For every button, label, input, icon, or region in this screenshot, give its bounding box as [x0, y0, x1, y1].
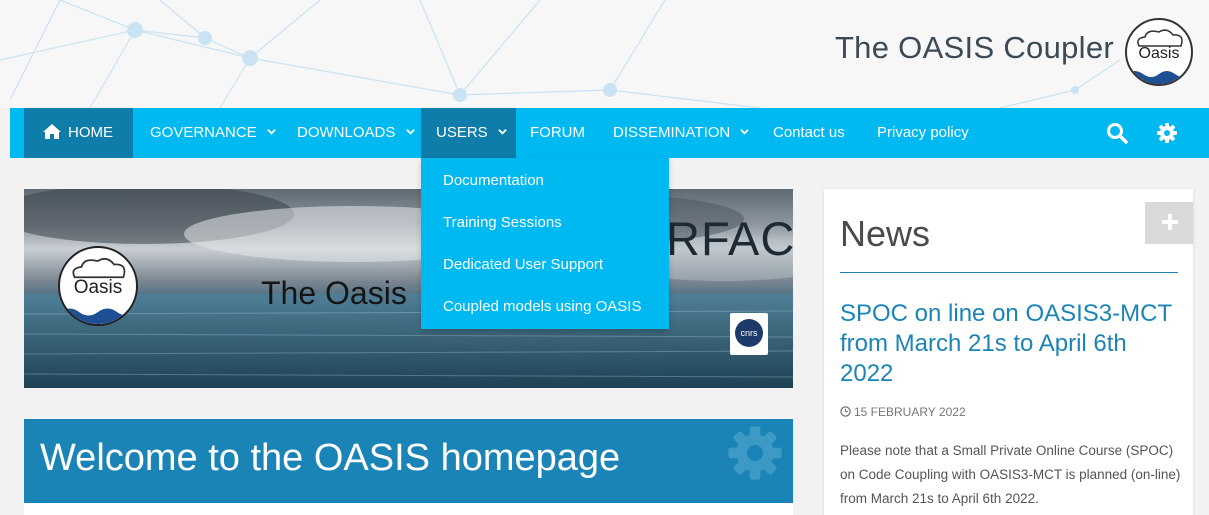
nav-privacy-policy-label: Privacy policy: [877, 124, 969, 141]
home-icon: [43, 124, 61, 139]
chevron-down-icon: [267, 129, 276, 135]
waves-icon: [60, 308, 136, 324]
site-title[interactable]: The OASIS Coupler: [835, 30, 1114, 66]
nav-home[interactable]: HOME: [24, 108, 133, 158]
hero-oasis-logo: Oasis: [58, 246, 138, 326]
oasis-logo[interactable]: Oasis: [1125, 18, 1193, 86]
news-date: 15 FEBRUARY 2022: [840, 405, 966, 419]
menu-item-training-sessions[interactable]: Training Sessions: [421, 202, 669, 244]
news-divider: [840, 272, 1178, 273]
hero-rfacs-text: RFACS: [666, 212, 793, 265]
hero-title: The Oasis: [261, 275, 407, 311]
plus-icon: [1162, 214, 1178, 230]
main-nav: HOME GOVERNANCE DOWNLOADS USERS FORUM DI…: [10, 108, 1209, 158]
nav-home-label: HOME: [68, 124, 113, 141]
chevron-down-icon: [405, 129, 415, 135]
menu-item-coupled-models[interactable]: Coupled models using OASIS: [421, 286, 669, 328]
nav-users[interactable]: USERS: [421, 108, 516, 158]
menu-item-documentation[interactable]: Documentation: [421, 158, 669, 202]
nav-dissemination-label: DISSEMINATION: [613, 124, 731, 141]
nav-downloads-label: DOWNLOADS: [297, 124, 396, 141]
content-area: [24, 503, 793, 515]
hero-logo-text: Oasis: [73, 277, 123, 298]
news-heading: News: [840, 213, 931, 254]
nav-contact-us-label: Contact us: [773, 124, 845, 141]
nav-privacy-policy[interactable]: Privacy policy: [877, 108, 969, 158]
welcome-title: Welcome to the OASIS homepage: [40, 437, 621, 479]
cnrs-logo: cnrs: [730, 313, 768, 355]
nav-downloads[interactable]: DOWNLOADS: [297, 108, 415, 158]
menu-item-dedicated-user-support[interactable]: Dedicated User Support: [421, 244, 669, 286]
welcome-panel: Welcome to the OASIS homepage: [24, 419, 793, 503]
nav-governance-label: GOVERNANCE: [150, 124, 257, 141]
news-sidebar: News SPOC on line on OASIS3-MCT from Mar…: [824, 189, 1193, 515]
site-header: The OASIS Coupler Oasis: [0, 0, 1209, 108]
gear-icon: [728, 426, 782, 480]
cnrs-logo-text: cnrs: [735, 319, 763, 347]
nav-forum-label: FORUM: [530, 124, 585, 141]
news-date-text: 15 FEBRUARY 2022: [854, 405, 966, 419]
waves-icon: [1127, 71, 1191, 84]
nav-users-label: USERS: [436, 124, 488, 141]
news-body: Please note that a Small Private Online …: [840, 443, 1181, 506]
nav-governance[interactable]: GOVERNANCE: [150, 108, 276, 158]
gear-icon[interactable]: [1155, 121, 1179, 145]
news-expand-button[interactable]: [1145, 202, 1193, 244]
nav-forum[interactable]: FORUM: [530, 108, 585, 158]
nav-dissemination[interactable]: DISSEMINATION: [613, 108, 750, 158]
hero-banner: RFACS The Oasis Oasis cnrs: [24, 189, 793, 388]
users-dropdown-menu: Documentation Training Sessions Dedicate…: [421, 158, 669, 329]
logo-text: Oasis: [1138, 45, 1180, 62]
search-icon[interactable]: [1105, 121, 1129, 145]
chevron-down-icon: [740, 129, 750, 135]
nav-contact-us[interactable]: Contact us: [773, 108, 845, 158]
clock-icon: [840, 406, 851, 417]
news-article-title[interactable]: SPOC on line on OASIS3-MCT from March 21…: [840, 299, 1180, 389]
chevron-down-icon: [498, 129, 507, 135]
